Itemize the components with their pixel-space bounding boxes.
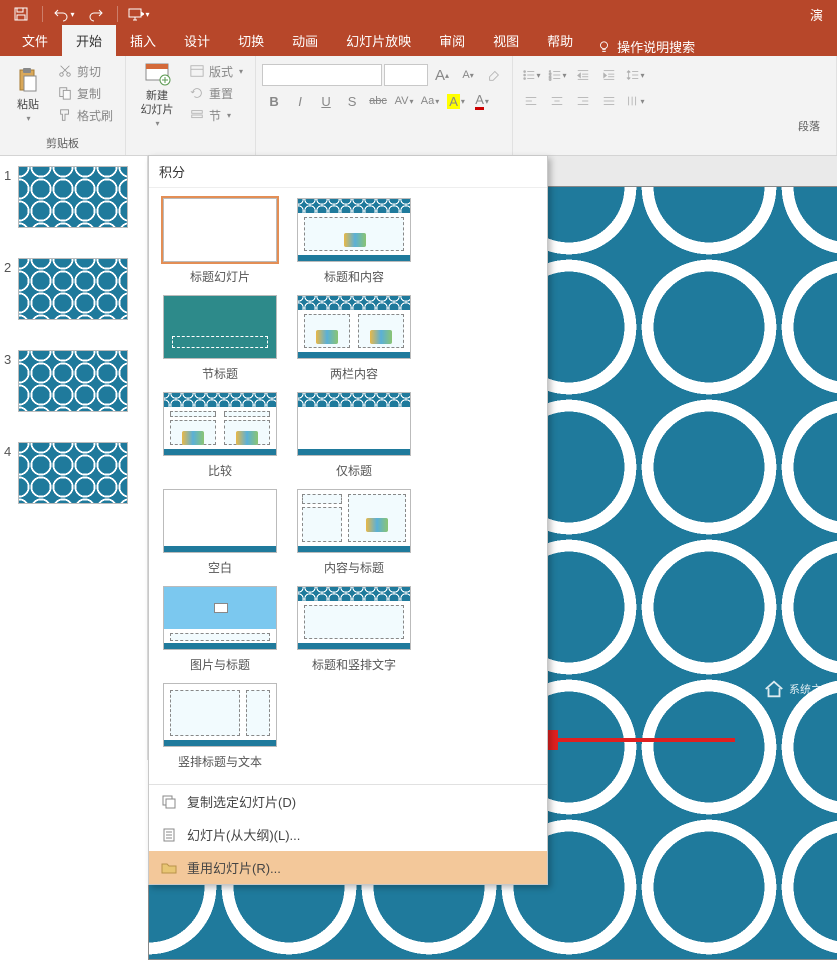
copy-icon xyxy=(58,86,72,100)
group-clipboard: 粘贴 ▾ 剪切 复制 格式刷 剪贴板 xyxy=(0,56,126,155)
ribbon: 粘贴 ▾ 剪切 复制 格式刷 剪贴板 新建 幻灯片 ▾ 版式▾ 重置 节▾ xyxy=(0,56,837,156)
start-slideshow-icon[interactable]: ▾ xyxy=(124,2,154,26)
brush-icon xyxy=(58,108,72,122)
scissors-icon xyxy=(58,64,72,78)
slides-from-outline-item[interactable]: 幻灯片(从大纲)(L)... xyxy=(149,818,547,851)
align-center-button[interactable] xyxy=(545,90,569,112)
outline-icon xyxy=(161,827,177,843)
group-font: A▴ A▾ B I U S abc AV▾ Aa▾ A▾ A▾ xyxy=(256,56,513,155)
char-spacing-button[interactable]: AV▾ xyxy=(392,90,416,112)
align-right-button[interactable] xyxy=(571,90,595,112)
tab-insert[interactable]: 插入 xyxy=(116,25,170,56)
new-slide-button[interactable]: 新建 幻灯片 ▾ xyxy=(132,60,182,128)
layout-icon xyxy=(190,64,204,78)
reset-icon xyxy=(190,86,204,100)
new-slide-icon xyxy=(143,60,171,88)
grow-font-button[interactable]: A▴ xyxy=(430,64,454,86)
thumbnail[interactable]: 2 xyxy=(4,258,147,320)
layout-comparison[interactable]: 比较 xyxy=(163,392,277,479)
tab-transitions[interactable]: 切换 xyxy=(224,25,278,56)
tell-me-label: 操作说明搜索 xyxy=(617,37,695,56)
cut-button[interactable]: 剪切 xyxy=(52,60,119,82)
reset-button[interactable]: 重置 xyxy=(184,82,249,104)
highlight-button[interactable]: A▾ xyxy=(444,90,468,112)
ribbon-tabs: 文件 开始 插入 设计 切换 动画 幻灯片放映 审阅 视图 帮助 操作说明搜索 xyxy=(0,28,837,56)
increase-indent-button[interactable] xyxy=(597,64,621,86)
layout-vertical-title-text[interactable]: 竖排标题与文本 xyxy=(163,683,277,770)
line-spacing-button[interactable]: ▾ xyxy=(623,64,647,86)
group-slides: 新建 幻灯片 ▾ 版式▾ 重置 节▾ xyxy=(126,56,256,155)
svg-text:3: 3 xyxy=(548,76,551,81)
tab-design[interactable]: 设计 xyxy=(170,25,224,56)
layout-title-slide[interactable]: 标题幻灯片 xyxy=(163,198,277,285)
bold-button[interactable]: B xyxy=(262,90,286,112)
tab-view[interactable]: 视图 xyxy=(479,25,533,56)
font-color-button[interactable]: A▾ xyxy=(470,90,494,112)
italic-button[interactable]: I xyxy=(288,90,312,112)
tab-help[interactable]: 帮助 xyxy=(533,25,587,56)
numbering-button[interactable]: 123▾ xyxy=(545,64,569,86)
layout-button[interactable]: 版式▾ xyxy=(184,60,249,82)
clipboard-icon xyxy=(14,66,42,94)
layout-blank[interactable]: 空白 xyxy=(163,489,277,576)
format-painter-button[interactable]: 格式刷 xyxy=(52,104,119,126)
change-case-button[interactable]: Aa▾ xyxy=(418,90,442,112)
group-paragraph-label: 段落 xyxy=(519,116,830,136)
slide-thumbnails-panel: 1 2 3 4 xyxy=(0,156,148,760)
section-button[interactable]: 节▾ xyxy=(184,104,249,126)
lightbulb-icon xyxy=(597,40,611,54)
shrink-font-button[interactable]: A▾ xyxy=(456,64,480,86)
justify-button[interactable] xyxy=(597,90,621,112)
thumbnail[interactable]: 1 xyxy=(4,166,147,228)
save-icon[interactable] xyxy=(6,2,36,26)
redo-icon[interactable] xyxy=(81,2,111,26)
copy-button[interactable]: 复制 xyxy=(52,82,119,104)
group-paragraph: ▾ 123▾ ▾ ▾ 段落 xyxy=(513,56,837,155)
font-name-select[interactable] xyxy=(262,64,382,86)
undo-icon[interactable]: ▾ xyxy=(49,2,79,26)
strike-button[interactable]: abc xyxy=(366,90,390,112)
quick-access-toolbar: ▾ ▾ 演 xyxy=(0,0,837,28)
clear-formatting-button[interactable] xyxy=(482,64,506,86)
new-slide-gallery: 积分 标题幻灯片 标题和内容 节标题 两栏内容 比较 仅标题 xyxy=(148,155,548,885)
decrease-indent-button[interactable] xyxy=(571,64,595,86)
shadow-button[interactable]: S xyxy=(340,90,364,112)
paste-button[interactable]: 粘贴 ▾ xyxy=(6,60,50,128)
font-size-select[interactable] xyxy=(384,64,428,86)
duplicate-icon xyxy=(161,794,177,810)
gallery-theme-name: 积分 xyxy=(149,156,547,188)
tab-home[interactable]: 开始 xyxy=(62,25,116,56)
thumbnail[interactable]: 4 xyxy=(4,442,147,504)
section-icon xyxy=(190,108,204,122)
app-title: 演 xyxy=(156,5,831,24)
thumbnail[interactable]: 3 xyxy=(4,350,147,412)
layout-picture-with-caption[interactable]: 图片与标题 xyxy=(163,586,277,673)
layout-title-vertical-text[interactable]: 标题和竖排文字 xyxy=(297,586,411,673)
underline-button[interactable]: U xyxy=(314,90,338,112)
align-left-button[interactable] xyxy=(519,90,543,112)
tab-slideshow[interactable]: 幻灯片放映 xyxy=(332,25,425,56)
folder-icon xyxy=(161,860,177,876)
tab-animations[interactable]: 动画 xyxy=(278,25,332,56)
duplicate-slides-item[interactable]: 复制选定幻灯片(D) xyxy=(149,785,547,818)
layout-content-with-caption[interactable]: 内容与标题 xyxy=(297,489,411,576)
gallery-footer: 复制选定幻灯片(D) 幻灯片(从大纲)(L)... 重用幻灯片(R)... xyxy=(149,784,547,884)
layout-title-only[interactable]: 仅标题 xyxy=(297,392,411,479)
tab-file[interactable]: 文件 xyxy=(8,25,62,56)
columns-button[interactable]: ▾ xyxy=(623,90,647,112)
tell-me-search[interactable]: 操作说明搜索 xyxy=(597,37,695,56)
group-clipboard-label: 剪贴板 xyxy=(6,133,119,153)
eraser-icon xyxy=(487,68,501,82)
layout-section-header[interactable]: 节标题 xyxy=(163,295,277,382)
layout-title-and-content[interactable]: 标题和内容 xyxy=(297,198,411,285)
bullets-button[interactable]: ▾ xyxy=(519,64,543,86)
layout-two-content[interactable]: 两栏内容 xyxy=(297,295,411,382)
tab-review[interactable]: 审阅 xyxy=(425,25,479,56)
reuse-slides-item[interactable]: 重用幻灯片(R)... xyxy=(149,851,547,884)
